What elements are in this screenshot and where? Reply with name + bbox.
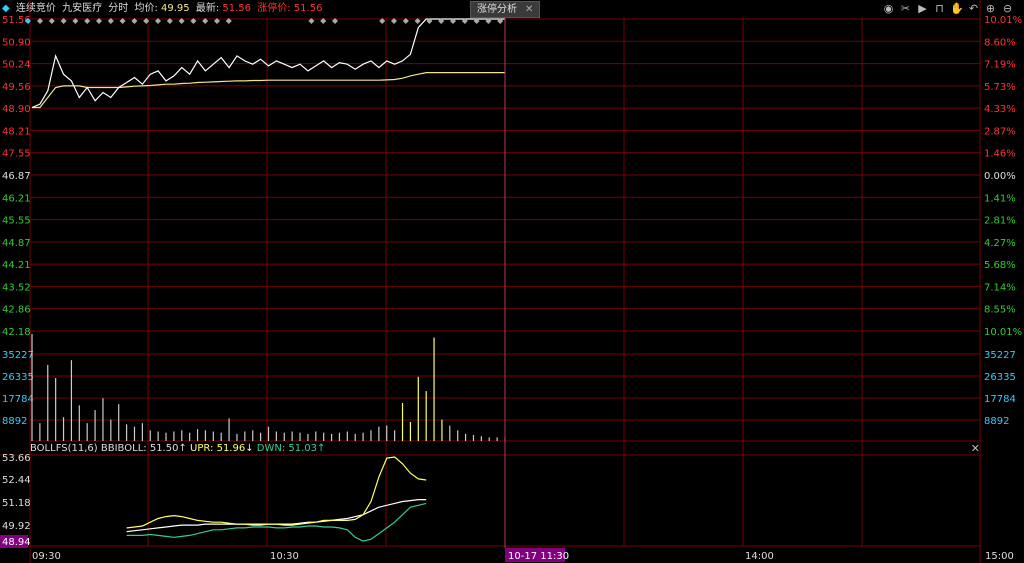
period-label[interactable]: 分时	[108, 3, 128, 14]
boll-axis-label: 53.66	[2, 453, 31, 464]
avg-price-value: 49.95	[161, 3, 190, 14]
indicator-name[interactable]: BOLLFS(11,6)	[30, 443, 98, 454]
time-axis-label: 09:30	[32, 551, 61, 562]
price-axis-label: 44.21	[2, 260, 31, 271]
time-axis-label: 15:00	[985, 551, 1014, 562]
zoom-out-icon[interactable]: ⊖	[1001, 2, 1014, 15]
cyan-marker-icon: ◆	[2, 3, 10, 14]
price-axis-label: 45.55	[2, 216, 31, 227]
percent-axis-label: 0.00%	[984, 171, 1016, 182]
price-axis-label: 48.21	[2, 126, 31, 137]
indicator-legend: BOLLFS(11,6) BBIBOLL: 51.50↑ UPR: 51.96↓…	[30, 443, 325, 455]
price-axis-label: 43.52	[2, 282, 31, 293]
indicator-upr-label: UPR:	[190, 443, 214, 454]
indicator-dwn-value: 51.03↑	[288, 443, 326, 454]
limit-price-value: 51.56	[293, 3, 323, 14]
chart-canvas[interactable]: 51.56 50.90 50.24 49.56 48.90 48.21 47.55 46.87…	[0, 0, 1024, 563]
stock-name[interactable]: 九安医疗	[62, 3, 102, 14]
tab-label: 涨停分析	[477, 4, 517, 15]
avg-price-line	[32, 71, 505, 109]
indicator-upr-value: 51.96↓	[216, 443, 254, 454]
percent-axis-label: 8.55%	[984, 305, 1016, 316]
indicator-mid-value: 51.50↑	[149, 443, 187, 454]
price-axis-label: 46.21	[2, 193, 31, 204]
price-axis-label: 50.24	[2, 60, 31, 71]
boll-upper-line	[126, 456, 427, 529]
percent-axis-label: 1.46%	[984, 149, 1016, 160]
price-axis-label: 48.90	[2, 104, 31, 115]
close-indicator-icon[interactable]: ✕	[971, 442, 980, 455]
volume-axis-label: 8892	[2, 416, 27, 427]
trading-mode: 连续竞价	[15, 3, 56, 14]
volume-axis-label: 17784	[2, 394, 34, 405]
time-cursor-label: 10-17 11:30	[508, 551, 569, 562]
price-axis-label: 50.90	[2, 37, 31, 48]
boll-axis-label: 49.92	[2, 521, 31, 532]
limit-up-analysis-tab[interactable]: 涨停分析 ✕	[470, 1, 541, 18]
volume-axis-label: 26335	[2, 372, 34, 383]
percent-axis-label: 5.68%	[984, 260, 1016, 271]
percent-axis-label: 10.01%	[984, 327, 1022, 338]
indicator-dwn-label: DWN:	[256, 443, 286, 454]
volume-axis-label: 35227	[2, 350, 34, 361]
zoom-in-icon[interactable]: ⊕	[984, 2, 997, 15]
price-axis-label: 42.18	[2, 327, 31, 338]
undo-icon[interactable]: ↶	[967, 2, 980, 15]
chart-toolbar: ◉ ✂ ▶ ⊓ ✋ ↶ ⊕ ⊖	[882, 0, 1014, 17]
last-price-value: 51.56	[222, 3, 252, 14]
eye-icon[interactable]: ◉	[882, 2, 895, 15]
time-axis-label: 14:00	[745, 551, 774, 562]
price-axis-label: 42.86	[2, 305, 31, 316]
price-axis-label: 46.87	[2, 171, 31, 182]
percent-axis-label: 4.33%	[984, 104, 1016, 115]
percent-axis-label: 7.14%	[984, 282, 1016, 293]
percent-axis-label: 2.81%	[984, 216, 1016, 227]
last-price-label: 最新:	[195, 3, 220, 14]
percent-axis-label: 4.27%	[984, 238, 1016, 249]
limit-price-label: 涨停价:	[257, 3, 291, 14]
percent-axis-label: 5.73%	[984, 82, 1016, 93]
boll-axis-label: 51.18	[2, 498, 31, 509]
play-icon[interactable]: ▶	[916, 2, 929, 15]
volume-axis-label-right: 26335	[984, 372, 1016, 383]
indicator-mid-label: BBIBOLL:	[100, 443, 147, 454]
volume-axis-label-right: 17784	[984, 394, 1016, 405]
avg-price-label: 均价:	[134, 3, 158, 14]
close-icon[interactable]: ✕	[525, 4, 533, 15]
boll-lower-line	[126, 502, 427, 542]
lock-icon[interactable]: ⊓	[933, 2, 946, 15]
volume-axis-label-right: 8892	[984, 416, 1009, 427]
percent-axis-label: 1.41%	[984, 193, 1016, 204]
boll-cursor-value: 48.94	[2, 537, 31, 548]
percent-axis-label: 2.87%	[984, 126, 1016, 137]
volume-axis-label-right: 35227	[984, 350, 1016, 361]
scissors-icon[interactable]: ✂	[899, 2, 912, 15]
percent-axis-label: 8.60%	[984, 37, 1016, 48]
percent-axis-label: 7.19%	[984, 60, 1016, 71]
price-axis-label: 47.55	[2, 149, 31, 160]
hand-icon[interactable]: ✋	[950, 2, 964, 15]
price-axis-label: 44.87	[2, 238, 31, 249]
boll-axis-label: 52.44	[2, 475, 31, 486]
time-axis-label: 10:30	[270, 551, 299, 562]
price-axis-label: 49.56	[2, 82, 31, 93]
